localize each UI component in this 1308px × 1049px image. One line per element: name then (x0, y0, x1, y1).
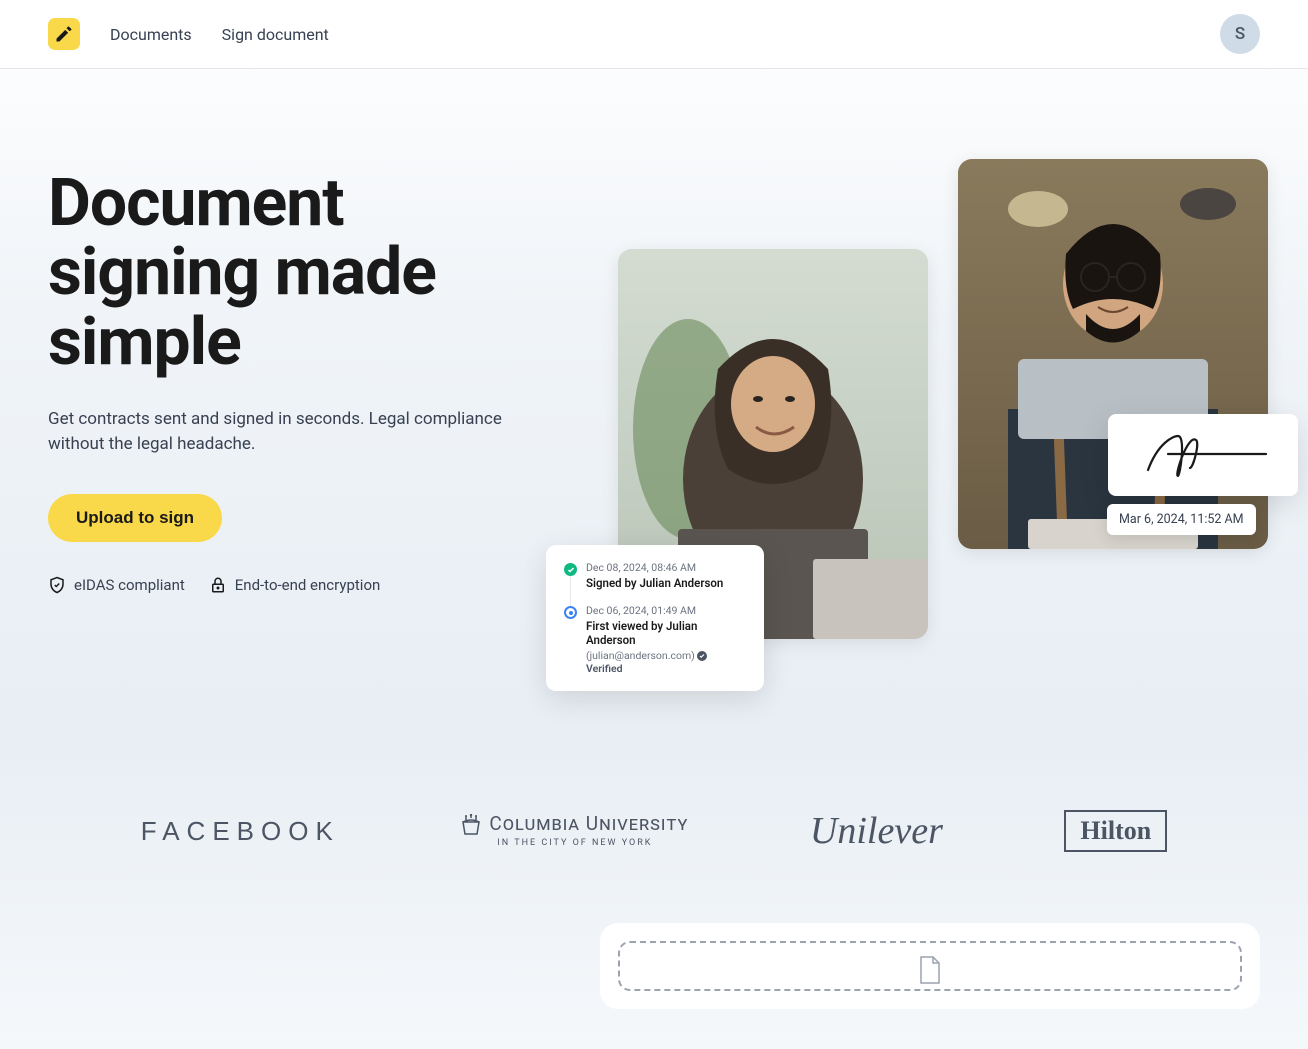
activity-time-1: Dec 08, 2024, 08:46 AM (586, 561, 746, 574)
circle-dot-icon (564, 606, 577, 619)
activity-signed: Dec 08, 2024, 08:46 AM Signed by Julian … (564, 561, 746, 604)
eidas-badge: eIDAS compliant (48, 576, 185, 594)
upload-inner (618, 941, 1242, 991)
verified-label: Verified (586, 662, 623, 675)
upload-dropzone[interactable] (600, 923, 1260, 1009)
eidas-label: eIDAS compliant (74, 576, 185, 594)
upload-button[interactable]: Upload to sign (48, 494, 222, 542)
document-icon (917, 955, 943, 985)
nav-sign-document[interactable]: Sign document (222, 25, 329, 44)
activity-time-2: Dec 06, 2024, 01:49 AM (586, 604, 746, 617)
columbia-name: Columbia University (489, 813, 688, 836)
activity-viewed: Dec 06, 2024, 01:49 AM First viewed by J… (564, 604, 746, 675)
activity-sub: (julian@anderson.com) Verified (586, 649, 746, 675)
upload-section (0, 923, 1308, 1049)
encryption-label: End-to-end encryption (235, 576, 381, 594)
hero-content: Document signing made simple Get contrac… (48, 159, 538, 719)
company-logos: FACEBOOK Columbia University IN THE CITY… (0, 759, 1308, 923)
hero-visual: Dec 08, 2024, 08:46 AM Signed by Julian … (558, 159, 1260, 719)
logo-hilton: Hilton (1064, 810, 1167, 852)
encryption-badge: End-to-end encryption (209, 576, 381, 594)
timestamp-pill: Mar 6, 2024, 11:52 AM (1107, 504, 1256, 535)
trust-badges: eIDAS compliant End-to-end encryption (48, 576, 538, 594)
activity-title-2: First viewed by Julian Anderson (586, 619, 746, 647)
header-left: Documents Sign document (48, 18, 329, 50)
verified-badge-icon (697, 651, 707, 661)
lock-icon (209, 576, 227, 594)
hero-subtitle: Get contracts sent and signed in seconds… (48, 407, 518, 458)
logo-facebook: FACEBOOK (141, 816, 340, 847)
nav-documents[interactable]: Documents (110, 25, 192, 44)
activity-card: Dec 08, 2024, 08:46 AM Signed by Julian … (546, 545, 764, 691)
avatar[interactable]: S (1220, 14, 1260, 54)
hero-title: Document signing made simple (48, 169, 538, 377)
logo-unilever: Unilever (810, 809, 943, 853)
activity-title-1: Signed by Julian Anderson (586, 576, 746, 590)
signature-card (1108, 414, 1298, 496)
hero-section: Document signing made simple Get contrac… (0, 69, 1308, 759)
header: Documents Sign document S (0, 0, 1308, 69)
signature-icon (1138, 428, 1268, 483)
columbia-tagline: IN THE CITY OF NEW YORK (497, 838, 652, 849)
crown-icon (461, 814, 481, 836)
app-logo[interactable] (48, 18, 80, 50)
check-circle-icon (564, 563, 577, 576)
pen-icon (54, 24, 74, 44)
shield-check-icon (48, 576, 66, 594)
logo-columbia: Columbia University IN THE CITY OF NEW Y… (461, 813, 688, 849)
